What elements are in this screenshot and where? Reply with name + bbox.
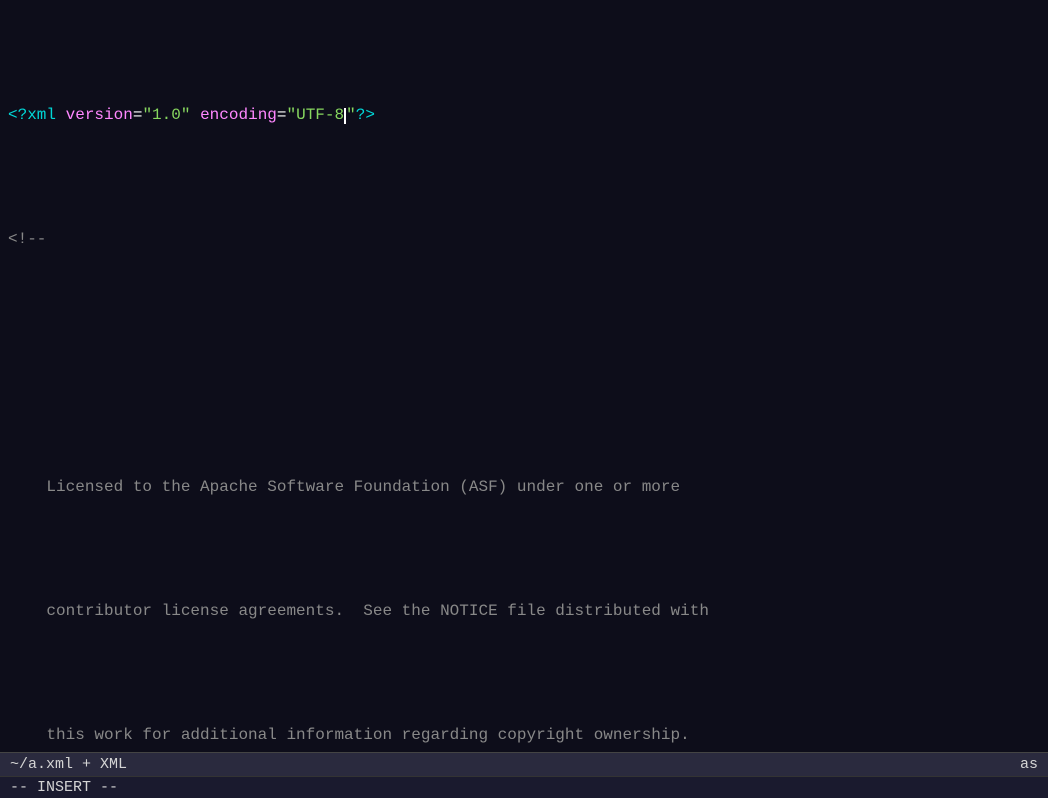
line-2: <!-- bbox=[0, 227, 1048, 252]
editor-mode: -- INSERT -- bbox=[10, 779, 118, 796]
line-1: <?xml version="1.0" encoding="UTF-8"?> bbox=[0, 103, 1048, 128]
line-3 bbox=[0, 351, 1048, 376]
editor-area[interactable]: <?xml version="1.0" encoding="UTF-8"?> <… bbox=[0, 0, 1048, 752]
mode-bar: -- INSERT -- bbox=[0, 776, 1048, 798]
status-bar: ~/a.xml + XML as bbox=[0, 752, 1048, 776]
status-filename: ~/a.xml + XML bbox=[10, 756, 127, 773]
line-6: this work for additional information reg… bbox=[0, 723, 1048, 748]
line-5: contributor license agreements. See the … bbox=[0, 599, 1048, 624]
code-content: <?xml version="1.0" encoding="UTF-8"?> <… bbox=[0, 0, 1048, 752]
line-4: Licensed to the Apache Software Foundati… bbox=[0, 475, 1048, 500]
status-right: as bbox=[1020, 756, 1038, 773]
